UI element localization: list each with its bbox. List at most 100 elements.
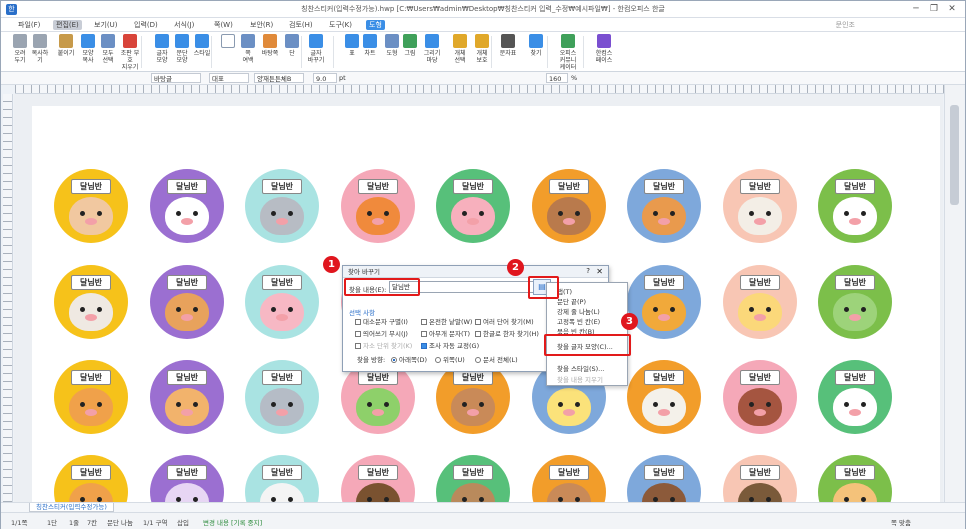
vertical-scrollbar[interactable] (944, 85, 964, 502)
checkbox[interactable] (421, 331, 427, 337)
praise-sticker[interactable]: 달님반 (723, 265, 797, 339)
sticker-name-tag[interactable]: 달님반 (71, 275, 111, 290)
status-page[interactable]: 1/1쪽 (11, 517, 27, 527)
ribbon-button-format-painter[interactable]: 모양 복사 (77, 34, 99, 64)
status-change-tracking[interactable]: 변경 내용 [기록 중지] (203, 517, 262, 527)
option-jaso[interactable]: 자소 단위 찾기(K) (355, 340, 412, 350)
menu-item-line-break[interactable]: 강제 줄 나눔(L) (557, 306, 600, 316)
maximize-button[interactable]: ❐ (927, 3, 941, 15)
zoom-input[interactable]: 160 (546, 73, 568, 83)
document-tab[interactable]: 칭찬스티커(입력수정가능) (29, 503, 114, 512)
radio[interactable] (435, 357, 441, 363)
ribbon-button-object-select[interactable]: 개체 선택 (449, 34, 471, 64)
checkbox[interactable] (475, 331, 481, 337)
praise-sticker[interactable]: 달님반 (245, 265, 319, 339)
sticker-name-tag[interactable]: 달님반 (740, 275, 780, 290)
praise-sticker[interactable]: 달님반 (532, 169, 606, 243)
menu-item-tab[interactable]: 탭(T) (557, 286, 572, 296)
sticker-name-tag[interactable]: 달님반 (453, 179, 493, 194)
sticker-name-tag[interactable]: 달님반 (71, 465, 111, 480)
ribbon-button-symbol[interactable]: 문자표 (497, 34, 519, 57)
menu-view[interactable]: 보기(U) (91, 20, 120, 30)
ribbon-button-object-protect[interactable]: 개체 보호 (471, 34, 493, 64)
praise-sticker[interactable]: 달님반 (723, 169, 797, 243)
menu-format[interactable]: 서식(J) (171, 20, 197, 30)
praise-sticker[interactable]: 달님반 (150, 360, 224, 434)
checkbox[interactable] (355, 343, 361, 349)
ribbon-button-para-shape[interactable]: 문단 모양 (171, 34, 193, 64)
praise-sticker[interactable]: 달님반 (723, 455, 797, 502)
sticker-name-tag[interactable]: 달님반 (549, 465, 589, 480)
sticker-name-tag[interactable]: 달님반 (358, 370, 398, 385)
praise-sticker[interactable]: 달님반 (818, 360, 892, 434)
option-wildcard[interactable]: 아무개 문자(T) (421, 328, 470, 338)
ribbon-button-char-shape[interactable]: 글자 모양 (151, 34, 173, 64)
praise-sticker[interactable]: 달님반 (627, 455, 701, 502)
praise-sticker[interactable]: 달님반 (150, 169, 224, 243)
menu-insert[interactable]: 입력(D) (131, 20, 161, 30)
ribbon-button-select-all[interactable]: 모두 선택 (97, 34, 119, 64)
praise-sticker[interactable]: 달님반 (245, 169, 319, 243)
ribbon-button-find[interactable]: 찾기 (525, 34, 547, 57)
menu-file[interactable]: 파일(F) (15, 20, 43, 30)
checkbox-checked[interactable] (421, 343, 427, 349)
horizontal-ruler[interactable] (15, 85, 955, 94)
ribbon-button-replace[interactable]: 글자 바꾸기 (305, 34, 327, 64)
sticker-name-tag[interactable]: 달님반 (71, 179, 111, 194)
checkbox[interactable] (355, 319, 361, 325)
option-whole-word[interactable]: 온전한 낱말(W) (421, 316, 472, 326)
praise-sticker[interactable]: 달님반 (54, 360, 128, 434)
menu-drawing[interactable]: 도형 (366, 20, 385, 30)
option-josa[interactable]: 조사 자동 교정(G) (421, 340, 479, 350)
direction-down[interactable]: 아래쪽(D) (391, 354, 427, 364)
praise-sticker[interactable]: 달님반 (627, 169, 701, 243)
help-button[interactable]: ? (586, 267, 590, 275)
sticker-name-tag[interactable]: 달님반 (740, 370, 780, 385)
praise-sticker[interactable]: 달님반 (818, 265, 892, 339)
font-size-input[interactable]: 9.0 (313, 73, 337, 83)
scroll-thumb[interactable] (950, 105, 959, 205)
sticker-name-tag[interactable]: 달님반 (358, 465, 398, 480)
direction-all[interactable]: 문서 전체(L) (475, 354, 518, 364)
radio[interactable] (475, 357, 481, 363)
sticker-name-tag[interactable]: 달님반 (644, 465, 684, 480)
checkbox[interactable] (475, 319, 481, 325)
sticker-name-tag[interactable]: 달님반 (167, 465, 207, 480)
ribbon-button-picture[interactable]: 그림 (399, 34, 421, 57)
ribbon-button-style[interactable]: 스타일 (191, 34, 213, 57)
praise-sticker[interactable]: 달님반 (436, 169, 510, 243)
praise-sticker[interactable]: 달님반 (627, 265, 701, 339)
dialog-close-button[interactable]: ✕ (596, 267, 603, 276)
ribbon-button-hancom-space[interactable]: 한컴스페이스 (593, 34, 615, 64)
praise-sticker[interactable]: 달님반 (54, 455, 128, 502)
sticker-name-tag[interactable]: 달님반 (453, 465, 493, 480)
sticker-name-tag[interactable]: 달님반 (644, 370, 684, 385)
menu-page[interactable]: 쪽(W) (211, 20, 236, 30)
sticker-name-tag[interactable]: 달님반 (262, 370, 302, 385)
menu-review[interactable]: 검토(H) (286, 20, 316, 30)
praise-sticker[interactable]: 달님반 (627, 360, 701, 434)
sticker-name-tag[interactable]: 달님반 (167, 370, 207, 385)
ribbon-button-margin[interactable]: 쪽 여백 (237, 34, 259, 64)
ribbon-button-clipart[interactable]: 그리기마당 (421, 34, 443, 64)
sticker-name-tag[interactable]: 달님반 (835, 275, 875, 290)
praise-sticker[interactable]: 달님반 (436, 455, 510, 502)
direction-up[interactable]: 위쪽(U) (435, 354, 465, 364)
ribbon-button-clear-codes[interactable]: 조판 부호 지우기 (119, 34, 141, 71)
radio-selected[interactable] (391, 357, 397, 363)
praise-sticker[interactable]: 달님반 (150, 455, 224, 502)
close-window-button[interactable]: ✕ (945, 3, 959, 15)
sticker-name-tag[interactable]: 달님반 (644, 179, 684, 194)
sticker-name-tag[interactable]: 달님반 (453, 370, 493, 385)
praise-sticker[interactable]: 달님반 (341, 455, 415, 502)
ribbon-button-scissors[interactable]: 오려 두기 (9, 34, 31, 64)
menu-item-para-end[interactable]: 문단 끝(P) (557, 296, 586, 306)
sticker-name-tag[interactable]: 달님반 (167, 179, 207, 194)
option-ignore-space[interactable]: 띄어쓰기 무시(J) (355, 328, 408, 338)
sticker-name-tag[interactable]: 달님반 (167, 275, 207, 290)
praise-sticker[interactable]: 달님반 (818, 455, 892, 502)
ribbon-button-chart[interactable]: 차트 (359, 34, 381, 57)
sticker-name-tag[interactable]: 달님반 (262, 179, 302, 194)
praise-sticker[interactable]: 달님반 (245, 360, 319, 434)
menu-edit[interactable]: 편집(E) (53, 20, 82, 30)
